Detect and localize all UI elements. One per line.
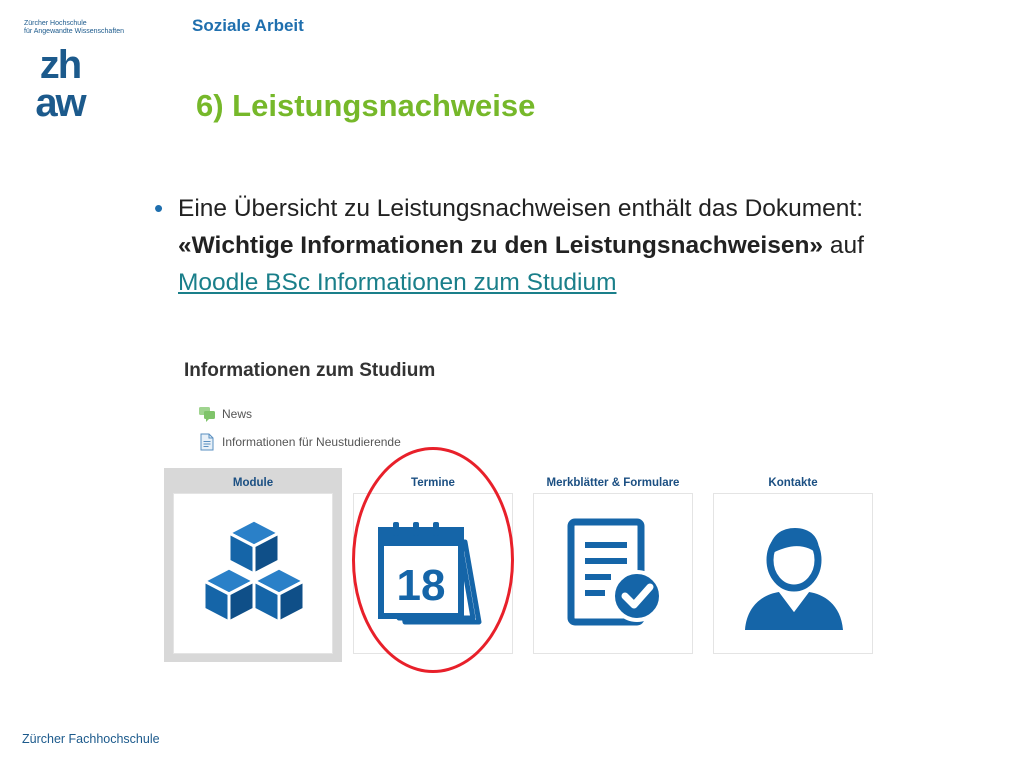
institution-name: Zürcher Hochschule für Angewandte Wissen… [24,20,124,36]
person-icon [745,528,843,630]
svg-text:aw: aw [35,81,87,120]
resource-neustudierende[interactable]: Informationen für Neustudierende [198,431,401,453]
calendar-icon: 18 [378,522,482,625]
tile-label: Termine [411,477,455,489]
tile-kontakte[interactable]: Kontakte [704,468,882,662]
tile-card [533,493,693,654]
document-title: «Wichtige Informationen zu den Leistungs… [178,232,824,259]
resource-label: Informationen für Neustudierende [222,435,401,449]
tile-card [173,493,333,654]
slide-title: 6) Leistungsnachweise [196,88,536,123]
bullet-text: Eine Übersicht zu Leistungsnachweisen en… [178,190,994,301]
cubes-icon [202,518,306,624]
department-title: Soziale Arbeit [192,16,304,35]
tile-module[interactable]: Module [164,468,342,662]
calendar-day: 18 [397,561,446,610]
resource-news[interactable]: News [198,403,252,425]
moodle-section-title: Informationen zum Studium [184,360,436,381]
institution-line-2: für Angewandte Wissenschaften [24,28,125,35]
footer-text: Zürcher Fachhochschule [22,732,160,746]
bullet-dot: • [154,193,164,223]
tile-card [713,493,873,654]
tile-label: Module [232,477,274,489]
tile-label: Kontakte [768,477,818,489]
moodle-link[interactable]: Moodle BSc Informationen zum Studium [178,269,617,296]
zhaw-logo: zh aw [35,44,89,120]
tile-merkblaetter[interactable]: Merkblätter & Formulare [524,468,702,662]
institution-line-1: Zürcher Hochschule [24,20,87,27]
tile-card: 18 [353,493,513,654]
tile-termine[interactable]: Termine 18 [344,468,522,662]
document-icon [200,433,214,451]
forum-icon [199,407,215,422]
bullet-intro: Eine Übersicht zu Leistungsnachweisen en… [178,195,864,222]
resource-label: News [222,407,253,421]
bullet-after: auf [823,232,864,259]
tile-label: Merkblätter & Formulare [546,477,680,489]
bullet-item: • Eine Übersicht zu Leistungsnachweisen … [154,190,994,301]
form-check-icon [567,518,663,626]
